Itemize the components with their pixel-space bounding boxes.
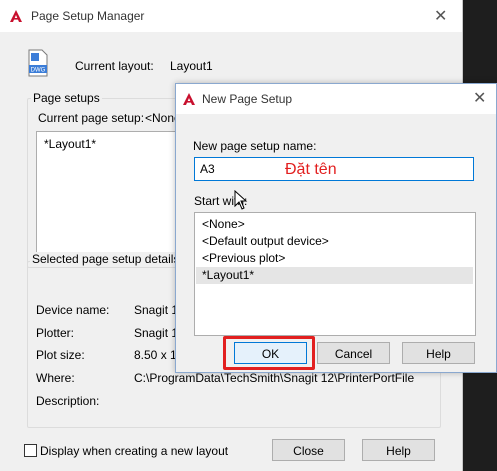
manager-titlebar: Page Setup Manager ✕: [0, 0, 462, 32]
mouse-cursor-icon: [234, 190, 248, 210]
manager-help-button[interactable]: Help: [362, 439, 435, 461]
device-name-value: Snagit 1: [134, 303, 179, 317]
list-item[interactable]: <Previous plot>: [202, 251, 285, 265]
list-item[interactable]: <Default output device>: [202, 234, 329, 248]
new-setup-titlebar: New Page Setup ✕: [176, 84, 496, 114]
page-setups-list[interactable]: *Layout1*: [36, 131, 188, 261]
description-label: Description:: [36, 394, 100, 408]
details-label: Selected page setup details: [30, 252, 182, 266]
new-setup-title: New Page Setup: [202, 92, 293, 106]
manager-title: Page Setup Manager: [31, 9, 145, 23]
current-layout-label: Current layout:: [75, 59, 154, 73]
autocad-logo-icon: [183, 93, 195, 105]
where-value: C:\ProgramData\TechSmith\Snagit 12\Print…: [134, 371, 415, 385]
dwg-file-icon: DWG: [28, 49, 48, 77]
ok-highlight-box: [223, 336, 315, 370]
close-button[interactable]: Close: [272, 439, 345, 461]
display-new-layout-label: Display when creating a new layout: [40, 444, 229, 458]
list-item[interactable]: <None>: [202, 217, 245, 231]
plotter-value: Snagit 1: [134, 326, 179, 340]
display-new-layout-checkbox[interactable]: [24, 444, 37, 457]
start-with-list[interactable]: <None> <Default output device> <Previous…: [194, 212, 476, 336]
dwg-label: DWG: [31, 68, 46, 74]
current-layout-value: Layout1: [170, 59, 213, 73]
new-setup-close-icon[interactable]: ✕: [473, 88, 486, 108]
new-setup-name-value: A3: [200, 162, 215, 176]
page-setups-label: Page setups: [31, 91, 102, 105]
plot-size-value: 8.50 x 1: [134, 348, 177, 362]
plot-size-label: Plot size:: [36, 348, 85, 362]
cancel-button[interactable]: Cancel: [317, 342, 390, 364]
new-setup-name-label: New page setup name:: [193, 139, 317, 153]
list-item[interactable]: *Layout1*: [202, 268, 254, 282]
annotation-text: Đặt tên: [285, 161, 337, 178]
new-setup-help-button[interactable]: Help: [402, 342, 475, 364]
list-item[interactable]: *Layout1*: [44, 137, 96, 151]
plotter-label: Plotter:: [36, 326, 75, 340]
manager-close-icon[interactable]: ✕: [434, 6, 447, 26]
autocad-logo-icon: [10, 10, 22, 22]
device-name-label: Device name:: [36, 303, 110, 317]
current-page-setup-label: Current page setup:: [38, 111, 145, 125]
where-label: Where:: [36, 371, 75, 385]
new-page-setup-dialog: New Page Setup ✕ New page setup name: A3…: [175, 83, 497, 373]
